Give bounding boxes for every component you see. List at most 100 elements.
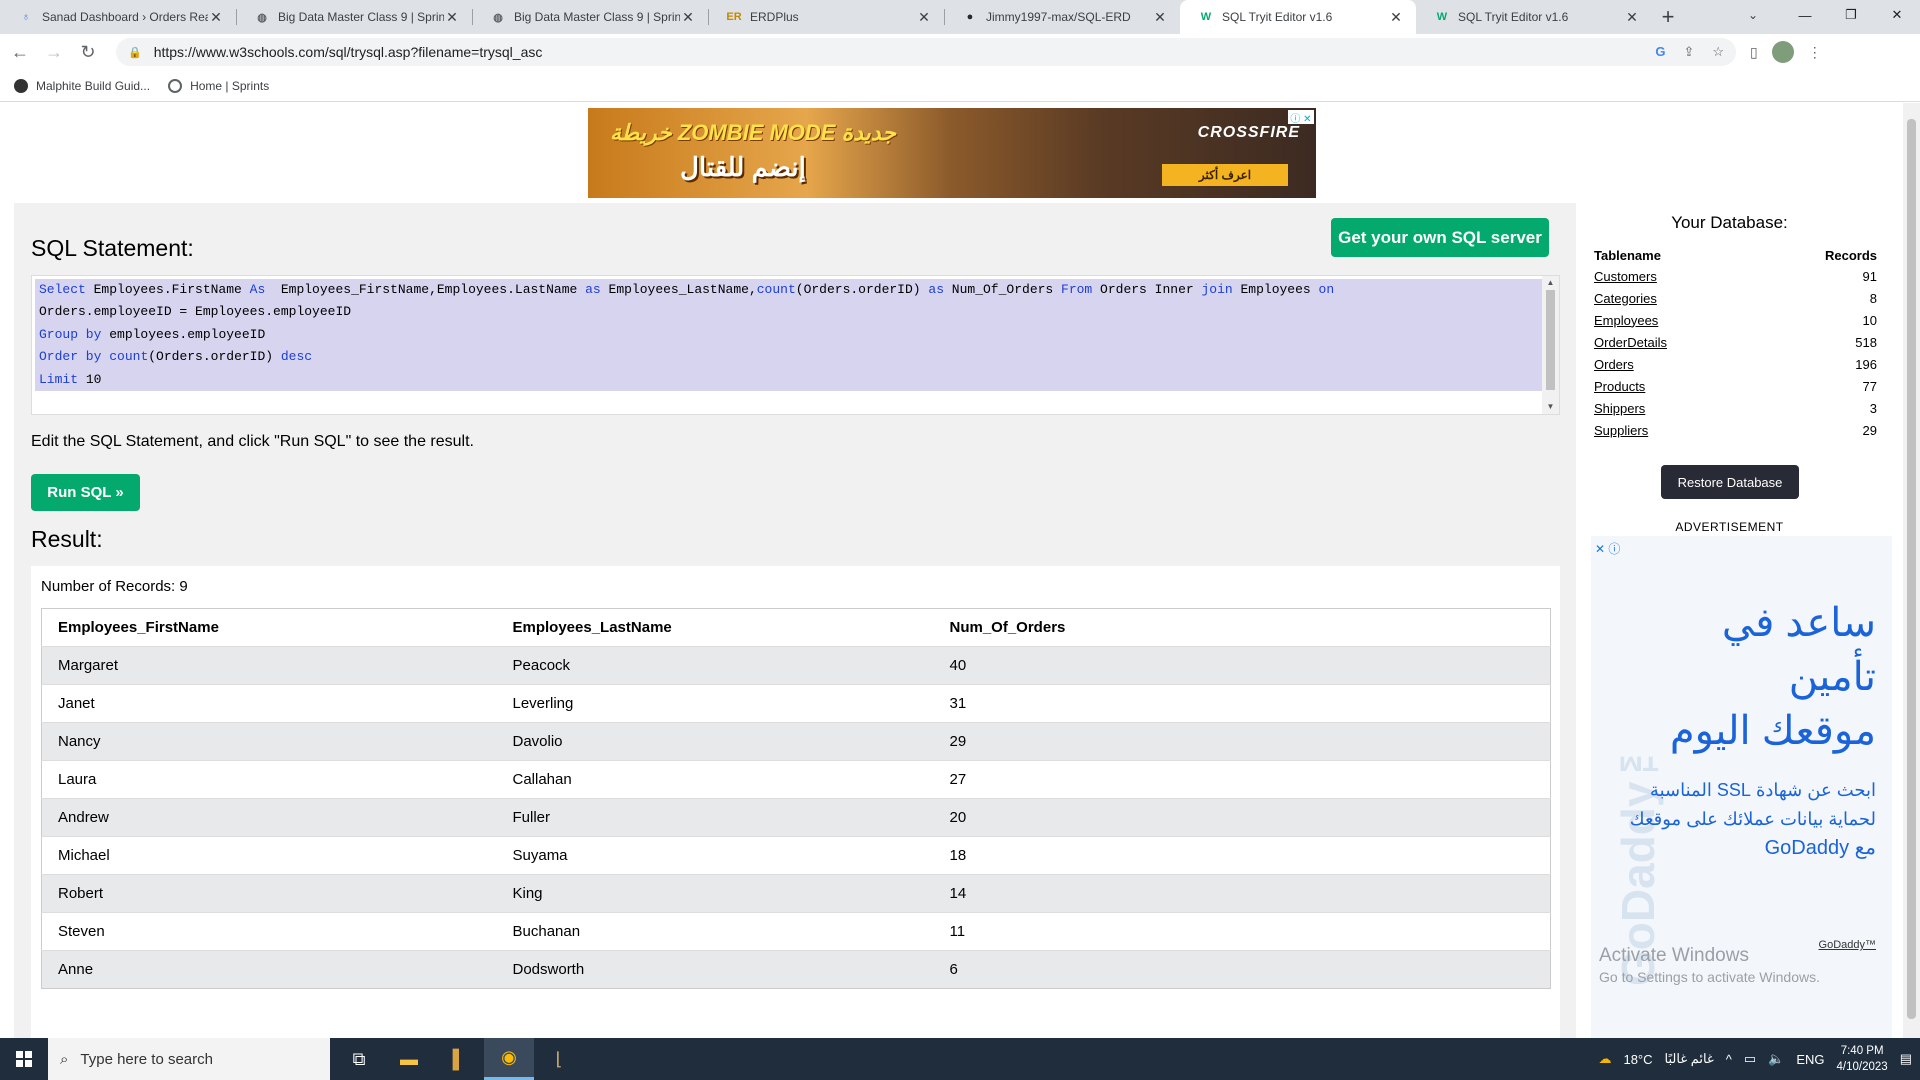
file-explorer-icon[interactable]: ▬ [384, 1038, 434, 1080]
browser-tab[interactable]: ER ERDPlus ✕ [708, 0, 944, 34]
tray-chevron-icon[interactable]: ^ [1726, 1052, 1732, 1067]
minimize-button[interactable]: — [1782, 0, 1828, 30]
table-link[interactable]: Products [1594, 379, 1645, 394]
browser-tab[interactable]: ◍ Big Data Master Class 9 | Sprints ✕ [472, 0, 708, 34]
close-tab-icon[interactable]: ✕ [1624, 9, 1640, 26]
table-link[interactable]: Customers [1594, 269, 1657, 284]
page-scrollbar[interactable] [1903, 103, 1920, 1038]
code-line[interactable]: Order by count(Orders.orderID) desc [39, 346, 1540, 368]
sql-keyword: Limit [39, 371, 79, 387]
share-icon[interactable]: ⇪ [1683, 44, 1694, 60]
sql-keyword: on [1318, 282, 1335, 297]
sql-editor[interactable]: Select Employees.FirstName As Employees_… [31, 275, 1560, 415]
language-indicator[interactable]: ENG [1796, 1052, 1824, 1067]
table-cell: 29 [933, 722, 1551, 761]
sql-keyword: count [109, 349, 149, 365]
table-cell: Callahan [496, 760, 934, 799]
godaddy-logo[interactable]: GoDaddy™ [1819, 939, 1876, 951]
database-title: Your Database: [1671, 213, 1788, 232]
run-sql-button[interactable]: Run SQL » [31, 474, 140, 511]
ad-cta-button[interactable]: اعرف أكثر [1162, 164, 1288, 186]
restore-button[interactable]: ❐ [1828, 0, 1874, 30]
notifications-icon[interactable]: ▤ [1900, 1051, 1912, 1067]
bookmarks-bar: Malphite Build Guid... Home | Sprints [0, 70, 1920, 102]
page-scroll-thumb[interactable] [1907, 119, 1916, 1019]
start-button[interactable] [0, 1038, 48, 1080]
table-cell: Steven [41, 912, 497, 951]
weather-temp[interactable]: 18°C [1623, 1052, 1652, 1067]
bookmark-malphite[interactable]: Malphite Build Guid... [14, 78, 150, 93]
close-tab-icon[interactable]: ✕ [1152, 9, 1168, 26]
code-line[interactable]: Select Employees.FirstName As Employees_… [39, 279, 1540, 301]
editor-scroll-thumb[interactable] [1546, 290, 1555, 390]
league-client-icon[interactable]: ⌊ [534, 1038, 584, 1080]
address-bar[interactable]: 🔒 https://www.w3schools.com/sql/trysql.a… [116, 38, 1736, 66]
volume-icon[interactable]: 🔈 [1768, 1051, 1784, 1067]
network-icon[interactable]: ▭ [1744, 1051, 1756, 1067]
url-text[interactable]: https://www.w3schools.com/sql/trysql.asp… [154, 44, 1656, 60]
browser-tab[interactable]: ● Jimmy1997-max/SQL-ERD ✕ [944, 0, 1180, 34]
taskbar-apps: ⧉ ▬ ▌ ◉ ⌊ [334, 1038, 584, 1080]
ad-info-icon[interactable]: ✕ ⓘ [1595, 540, 1620, 557]
table-link[interactable]: Suppliers [1594, 423, 1648, 438]
sidepanel-icon[interactable]: ▯ [1750, 44, 1758, 61]
table-link[interactable]: Categories [1594, 291, 1657, 306]
records-header: Records [1824, 247, 1877, 263]
browser-tab[interactable]: W SQL Tryit Editor v1.6 ✕ [1416, 0, 1652, 34]
list-item: OrderDetails 518 [1594, 331, 1877, 353]
weather-label[interactable]: غائم غالبًا [1665, 1051, 1714, 1067]
chrome-icon[interactable]: ◉ [484, 1038, 534, 1080]
sql-keyword: count [756, 282, 796, 297]
task-view-icon[interactable]: ⧉ [334, 1038, 384, 1080]
menu-kebab-icon[interactable]: ⋮ [1808, 44, 1822, 61]
restore-database-button[interactable]: Restore Database [1661, 465, 1799, 499]
scroll-up-icon[interactable]: ▲ [1546, 278, 1555, 288]
table-link[interactable]: Employees [1594, 313, 1658, 328]
tablename-header: Tablename [1594, 247, 1661, 263]
table-link[interactable]: Shippers [1594, 401, 1645, 416]
table-row: Robert King 14 [41, 874, 1551, 913]
get-sql-server-button[interactable]: Get your own SQL server [1331, 218, 1549, 257]
top-ad-banner[interactable]: خريطة ZOMBIE MODE جديدة إنضم للقتال CROS… [588, 108, 1316, 198]
browser-tab[interactable]: W SQL Tryit Editor v1.6 ✕ [1180, 0, 1416, 34]
bookmark-sprints-home[interactable]: Home | Sprints [168, 78, 269, 93]
taskbar-search[interactable]: ⌕ Type here to search [48, 1038, 330, 1080]
close-tab-icon[interactable]: ✕ [1388, 9, 1404, 26]
weather-icon[interactable]: ☁ [1598, 1051, 1611, 1067]
erdplus-icon: ER [726, 11, 742, 23]
bookmark-star-icon[interactable]: ☆ [1712, 44, 1724, 60]
app-icon[interactable]: ▌ [434, 1038, 484, 1080]
close-window-button[interactable]: ✕ [1874, 0, 1920, 30]
code-line[interactable]: Group by employees.employeeID [39, 324, 1540, 346]
clock[interactable]: 7:40 PM 4/10/2023 [1837, 1043, 1888, 1075]
google-lens-icon[interactable]: G [1655, 44, 1665, 60]
list-item: Suppliers 29 [1594, 419, 1877, 441]
results-table: Employees_FirstName Employees_LastName N… [41, 608, 1551, 989]
forward-button[interactable]: → [40, 38, 68, 66]
records-cell: 3 [1869, 400, 1877, 416]
new-tab-button[interactable]: + [1652, 0, 1684, 34]
table-row: Margaret Peacock 40 [41, 646, 1551, 685]
profile-avatar[interactable] [1771, 41, 1794, 63]
browser-tab[interactable]: ♁ Sanad Dashboard › Orders Realtime✕ [0, 0, 236, 34]
ad-close-icon[interactable]: ⓘ ✕ [1288, 110, 1314, 125]
close-tab-icon[interactable]: ✕ [916, 9, 932, 26]
code-line[interactable]: Limit 10 [39, 369, 1540, 391]
browser-tab[interactable]: ◍ Big Data Master Class 9 | Sprints ✕ [236, 0, 472, 34]
close-tab-icon[interactable]: ✕ [208, 9, 224, 26]
editor-scrollbar[interactable]: ▲ ▼ [1542, 276, 1559, 414]
reload-button[interactable]: ↻ [74, 38, 102, 66]
table-link[interactable]: Orders [1594, 357, 1634, 372]
table-cell: Andrew [41, 798, 497, 837]
close-tab-icon[interactable]: ✕ [444, 9, 460, 26]
code-line[interactable]: Orders.employeeID = Employees.employeeID [39, 301, 1540, 323]
table-link[interactable]: OrderDetails [1594, 335, 1667, 350]
close-tab-icon[interactable]: ✕ [680, 9, 696, 26]
list-item: Products 77 [1594, 375, 1877, 397]
sql-text: Employees.FirstName [85, 282, 250, 297]
sql-keyword: Order by [39, 349, 102, 365]
tab-search-icon[interactable]: ⌄ [1736, 0, 1770, 30]
sql-code-area[interactable]: Select Employees.FirstName As Employees_… [35, 279, 1544, 391]
scroll-down-icon[interactable]: ▼ [1546, 402, 1555, 412]
back-button[interactable]: ← [6, 38, 34, 66]
